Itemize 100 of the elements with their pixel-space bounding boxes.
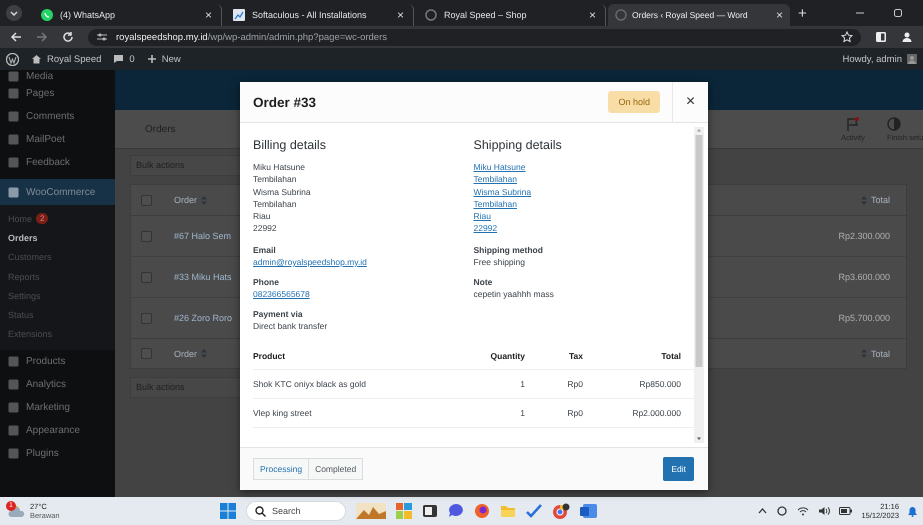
submenu-item[interactable]: Orders — [0, 228, 115, 248]
account-link[interactable]: Howdy, admin — [842, 54, 917, 64]
checkbox[interactable] — [141, 230, 152, 242]
checkbox[interactable] — [141, 194, 152, 206]
caret-icon[interactable] — [758, 508, 768, 514]
table-cell-text: Rp0 — [566, 378, 583, 389]
forward-icon[interactable] — [36, 31, 48, 43]
document-icon[interactable] — [580, 503, 598, 519]
globe-icon — [425, 9, 437, 21]
battery-icon[interactable] — [839, 507, 852, 515]
field-value: Direct bank transfer — [253, 320, 328, 333]
address-link[interactable]: Tembilahan — [474, 173, 517, 186]
close-icon[interactable]: × — [204, 8, 212, 22]
sidebar-item[interactable]: Marketing — [0, 396, 115, 420]
search-field[interactable]: Search — [246, 501, 346, 521]
new-tab-button[interactable]: + — [798, 4, 807, 22]
column-header[interactable]: Order — [174, 195, 208, 205]
comments-link[interactable]: 0 — [113, 54, 135, 64]
window-icon[interactable] — [422, 503, 438, 519]
order-link[interactable]: #26 Zoro Roro — [174, 313, 232, 323]
square-icon — [8, 448, 19, 460]
sidebar-item[interactable]: Appearance — [0, 419, 115, 442]
sidebar-item[interactable]: Plugins — [0, 442, 115, 466]
side-panel-icon[interactable] — [875, 31, 887, 43]
landscape-icon[interactable] — [356, 503, 386, 519]
column-header[interactable]: Total — [860, 195, 890, 205]
address-line: Tembilahan — [253, 173, 296, 186]
wordpress-logo-icon[interactable] — [6, 52, 19, 66]
column-header: Tax — [568, 350, 583, 361]
close-icon[interactable]: × — [396, 8, 404, 22]
column-header[interactable]: Total — [860, 348, 890, 358]
browser-tab[interactable]: Orders ‹ Royal Speed — Word × — [608, 4, 790, 26]
section-heading: Billing details — [253, 138, 327, 152]
sidebar-item[interactable]: WooCommerce — [0, 179, 115, 205]
edit-button[interactable]: Edit — [663, 457, 694, 481]
square-icon — [8, 157, 19, 168]
circle-icon[interactable] — [474, 503, 490, 519]
sidebar-item[interactable]: Comments — [0, 105, 115, 128]
count-badge: 2 — [36, 213, 48, 224]
address-field[interactable]: royalspeedshop.my.id/wp/wp-admin/admin.php?page=wc-orders — [88, 28, 861, 46]
ring-icon[interactable] — [552, 503, 570, 519]
sidebar-item[interactable]: Products — [0, 350, 115, 374]
half-circle-icon — [887, 116, 901, 132]
caret-icon[interactable] — [6, 5, 22, 21]
sidebar-item[interactable]: Feedback — [0, 151, 115, 174]
new-link[interactable]: New — [146, 54, 181, 64]
speaker-icon[interactable] — [818, 506, 830, 516]
address-line: Tembilahan — [253, 198, 296, 210]
field-link[interactable]: admin@royalspeedshop.my.id — [253, 256, 367, 268]
star-icon[interactable] — [841, 31, 853, 43]
site-link[interactable]: Royal Speed — [31, 54, 102, 64]
address-link[interactable]: 22992 — [474, 222, 498, 235]
url-text: royalspeedshop.my.id/wp/wp-admin/admin.php?page=wc-orders — [116, 32, 388, 42]
bell-icon[interactable] — [908, 506, 917, 516]
windows-logo-icon[interactable] — [220, 503, 236, 519]
sidebar-item[interactable]: MailPoet — [0, 128, 115, 151]
status-label: On hold — [608, 91, 660, 113]
field-link[interactable]: 082366565678 — [253, 288, 310, 300]
square-icon — [8, 356, 19, 368]
tiles-icon[interactable] — [396, 503, 412, 519]
address-line: Wisma Subrina — [253, 186, 311, 198]
checkbox[interactable] — [141, 348, 152, 359]
sidebar-item[interactable]: Pages — [0, 82, 115, 105]
square-icon — [8, 186, 19, 198]
order-link[interactable]: #33 Miku Hats — [174, 272, 232, 282]
speech-bubble-icon — [113, 54, 124, 64]
scrollbar[interactable] — [694, 127, 704, 443]
sort-icon — [860, 349, 867, 358]
status-button[interactable]: Processing — [253, 458, 310, 480]
sliders-icon[interactable] — [96, 32, 108, 42]
order-link[interactable]: #67 Halo Sem — [174, 231, 232, 241]
close-icon[interactable]: × — [588, 8, 596, 22]
chat-icon[interactable] — [448, 503, 464, 519]
close-icon[interactable]: × — [776, 8, 783, 22]
status-button[interactable]: Completed — [309, 458, 364, 480]
address-link[interactable]: Miku Hatsune — [474, 161, 526, 174]
field-value: cepetin yaahhh mass — [474, 288, 554, 300]
table-cell: Rp5.700.000 — [838, 313, 890, 323]
column-header[interactable]: Order — [174, 348, 208, 358]
chat-icon — [41, 9, 53, 21]
address-link[interactable]: Riau — [474, 210, 491, 222]
back-icon[interactable] — [10, 31, 22, 43]
reload-icon[interactable] — [62, 31, 74, 43]
tab-title: Orders ‹ Royal Speed — Word — [632, 10, 749, 20]
profile-icon[interactable] — [901, 31, 913, 43]
checkbox[interactable] — [141, 272, 152, 282]
close-button[interactable]: × — [672, 82, 708, 122]
address-line: 22992 — [253, 222, 277, 235]
sidebar-item[interactable]: Analytics — [0, 373, 115, 396]
field-label: Shipping method — [474, 244, 543, 256]
table-cell-text: 1 — [519, 378, 525, 389]
address-link[interactable]: Wisma Subrina — [474, 186, 532, 198]
address-line: Riau — [253, 210, 270, 222]
address-link[interactable]: Tembilahan — [474, 198, 517, 210]
column-header: Total — [660, 350, 681, 361]
wifi-icon[interactable] — [797, 506, 810, 516]
checkbox[interactable] — [141, 312, 152, 324]
check-icon[interactable] — [526, 503, 542, 519]
restore-icon[interactable] — [893, 8, 903, 18]
sidebar-item[interactable]: Media — [0, 70, 115, 82]
